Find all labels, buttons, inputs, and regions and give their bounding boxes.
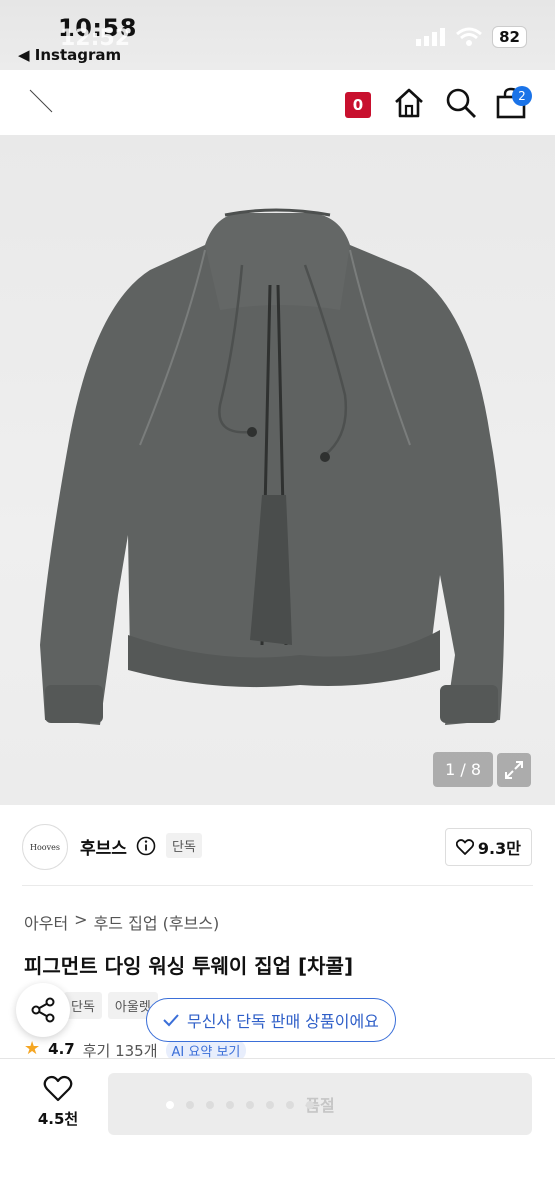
breadcrumb-item-hood-zipup[interactable]: 후드 집업 (후브스) [94,910,220,934]
brand-row: Hooves 후브스 단독 9.3만 [22,822,532,870]
jacket-image [40,208,505,725]
ai-summary-button[interactable]: AI 요약 보기 [165,1040,247,1060]
image-counter: 1 / 8 [433,752,493,787]
rating-value: 4.7 [48,1040,75,1058]
review-count-link[interactable]: 후기 135개 [83,1040,158,1060]
page-dot [186,1101,194,1109]
share-button[interactable] [16,983,70,1037]
brand-name[interactable]: 후브스 [80,834,127,859]
brand-logo[interactable]: Hooves [22,824,68,870]
page-dot [266,1101,274,1109]
exclusive-toast: 무신사 단독 판매 상품이에요 [146,998,396,1042]
page-dot [246,1101,254,1109]
page-dot [166,1101,174,1109]
page-dot [306,1101,314,1109]
section-divider [22,885,533,886]
expand-icon [505,761,523,779]
rating-row: ★ 4.7 후기 135개 AI 요약 보기 [24,1040,247,1060]
toast-text: 무신사 단독 판매 상품이에요 [187,1012,379,1031]
info-icon[interactable] [136,836,156,856]
brand-like-count: 9.3만 [477,839,521,858]
close-icon[interactable] [22,82,58,118]
star-icon: ★ [24,1040,41,1059]
search-icon[interactable] [444,86,478,120]
page-dot [226,1101,234,1109]
wifi-icon [456,27,483,46]
bottom-action-bar: 4.5천 품절 [0,1058,555,1200]
page-dot [286,1101,294,1109]
battery-indicator: 82 [492,26,527,48]
heart-icon [455,839,474,855]
recent-count-badge[interactable]: 0 [345,92,371,118]
wishlist-count: 4.5천 [37,1110,79,1128]
product-title: 피그먼트 다잉 워싱 투웨이 집업 [차콜] [24,954,354,978]
page-dots [166,1101,314,1109]
breadcrumb: 아우터 > 후드 집업 (후브스) [24,910,219,934]
product-image-carousel[interactable]: 1 / 8 [0,135,555,805]
bag-count-badge: 2 [512,86,532,106]
product-tags: 단독 아울렛 [64,992,158,1019]
status-bar: 10:58 12:52 ◀ Instagram 82 [0,0,555,70]
heart-icon [43,1075,73,1102]
exclusive-tag: 단독 [166,833,202,858]
brand-like-button[interactable]: 9.3만 [444,828,532,866]
wishlist-button[interactable]: 4.5천 [28,1075,88,1139]
breadcrumb-separator: > [74,910,88,929]
status-icons: 82 [416,26,527,48]
expand-image-button[interactable] [497,753,531,787]
check-icon [163,1014,179,1027]
page-dot [206,1101,214,1109]
home-icon[interactable] [392,86,426,120]
app-header: 0 [0,70,555,135]
back-to-instagram-link[interactable]: ◀ Instagram [18,46,121,64]
signal-icon [416,28,446,46]
breadcrumb-item-outer[interactable]: 아우터 [24,910,68,934]
share-icon [31,997,55,1023]
